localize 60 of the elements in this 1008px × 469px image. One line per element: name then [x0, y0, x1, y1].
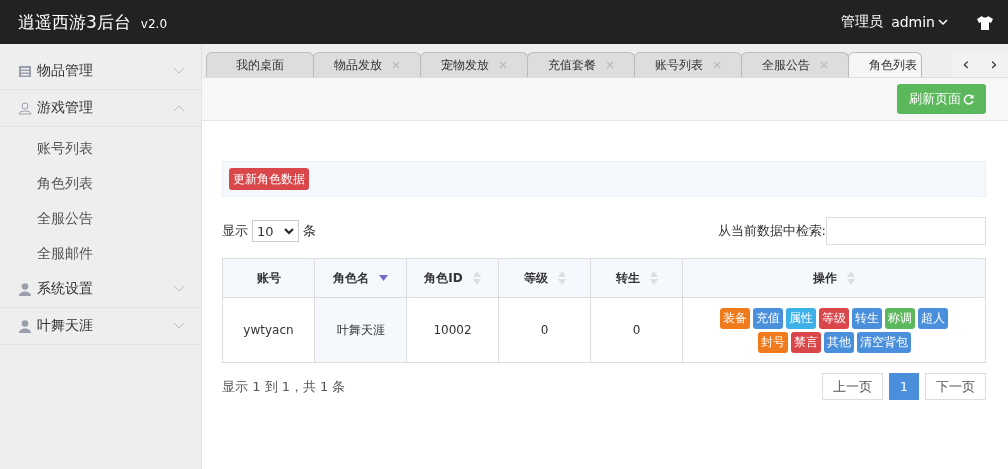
shirt-icon	[976, 14, 994, 30]
user-icon	[18, 318, 32, 334]
table-cell: ywtyacn	[222, 297, 315, 363]
close-icon[interactable]	[392, 61, 400, 69]
tab[interactable]: 全服公告	[741, 52, 849, 77]
table-cell: 10002	[406, 297, 499, 363]
column-header[interactable]: 等级	[498, 258, 591, 298]
update-data-button[interactable]: 更新角色数据	[229, 168, 309, 190]
chevron-down-icon	[173, 322, 185, 330]
tab[interactable]: 物品发放	[313, 52, 421, 77]
chevron-down-icon	[938, 18, 948, 26]
table-cell: 叶舞天涯	[314, 297, 407, 363]
tab[interactable]: 账号列表	[634, 52, 742, 77]
close-icon[interactable]	[606, 61, 614, 69]
column-header[interactable]: 角色名	[314, 258, 407, 298]
chevron-down-icon	[283, 227, 294, 235]
table-cell: 0	[590, 297, 683, 363]
tab[interactable]: 宠物发放	[420, 52, 528, 77]
chevron-up-icon	[173, 104, 185, 112]
close-icon[interactable]	[499, 61, 507, 69]
tab[interactable]: 充值套餐	[527, 52, 635, 77]
tab[interactable]: 角色列表	[848, 52, 922, 77]
menu-item[interactable]: 全服公告	[0, 201, 201, 236]
search-label: 从当前数据中检索:	[717, 222, 826, 240]
refresh-icon	[963, 93, 974, 105]
role-label: 管理员	[841, 13, 884, 31]
menu-group[interactable]: 物品管理	[0, 53, 201, 90]
user-icon	[18, 100, 32, 116]
page-button[interactable]: 下一页	[925, 373, 986, 400]
table-cell: 0	[498, 297, 591, 363]
search-field[interactable]	[826, 217, 986, 245]
menu-item[interactable]: 全服邮件	[0, 236, 201, 271]
menu-group[interactable]: 叶舞天涯	[0, 308, 201, 345]
column-header[interactable]: 角色ID	[406, 258, 499, 298]
action-button[interactable]: 禁言	[790, 331, 821, 353]
column-header[interactable]: 操作	[682, 258, 986, 298]
action-button[interactable]: 等级	[819, 307, 849, 329]
user-menu[interactable]: admin	[891, 14, 948, 30]
page-size-label: 显示	[222, 222, 248, 240]
menu-item[interactable]: 账号列表	[0, 131, 201, 166]
document-icon	[18, 63, 32, 79]
user-icon	[18, 281, 32, 297]
tab[interactable]: 我的桌面	[206, 52, 314, 77]
app-title: 逍遥西游3后台	[18, 10, 131, 34]
close-icon[interactable]	[713, 61, 721, 69]
column-header[interactable]: 账号	[222, 258, 315, 298]
prev-tab-button[interactable]: ‹	[952, 54, 980, 74]
chevron-down-icon	[173, 285, 185, 293]
chevron-down-icon	[173, 67, 185, 75]
next-tab-button[interactable]: ›	[980, 54, 1008, 74]
menu-group[interactable]: 系统设置	[0, 271, 201, 308]
menu-item[interactable]: 角色列表	[0, 166, 201, 201]
page-button[interactable]: 上一页	[821, 373, 883, 400]
page-size-select[interactable]: 10	[252, 220, 299, 242]
version-label: v2.0	[140, 16, 167, 31]
menu-group[interactable]: 游戏管理	[0, 90, 201, 127]
close-icon[interactable]	[820, 61, 828, 69]
page-size-unit: 条	[302, 222, 316, 240]
table-info: 显示 1 到 1，共 1 条	[222, 377, 346, 396]
column-header[interactable]: 转生	[590, 258, 683, 298]
